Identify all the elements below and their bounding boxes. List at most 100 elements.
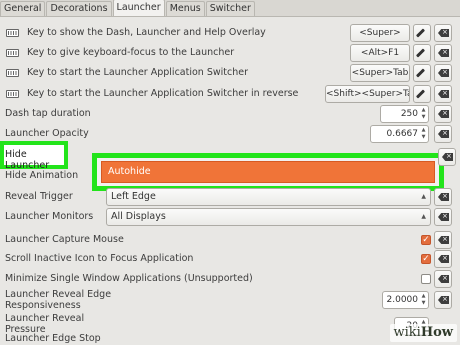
launcher-opacity-spinner[interactable]: 0.6667 ▲ ▼ bbox=[370, 125, 429, 143]
clear-shortcut-button[interactable]: × bbox=[434, 85, 452, 103]
reveal-edge-label: Launcher Reveal Edge Responsiveness bbox=[5, 289, 112, 311]
clear-icon: × bbox=[438, 90, 449, 98]
pencil-icon bbox=[415, 89, 426, 99]
scroll-inactive-checkbox[interactable]: ✓ bbox=[421, 254, 431, 264]
reset-button[interactable]: × bbox=[434, 291, 452, 309]
hide-animation-row: Hide Animation bbox=[0, 166, 90, 186]
shortcut-label: Key to give keyboard-focus to the Launch… bbox=[27, 47, 235, 58]
dropdown-option-autohide[interactable]: Autohide bbox=[101, 161, 435, 183]
clear-icon: × bbox=[438, 213, 449, 221]
hide-launcher-highlight: Hide Launcher bbox=[0, 141, 68, 171]
shortcut-key-button[interactable]: <Super>Tab bbox=[350, 64, 410, 82]
edit-shortcut-button[interactable] bbox=[413, 44, 431, 62]
keyboard-icon bbox=[6, 90, 19, 98]
clear-icon: × bbox=[438, 49, 449, 57]
edge-stop-label: Launcher Edge Stop bbox=[5, 333, 101, 344]
launcher-monitors-label: Launcher Monitors bbox=[5, 211, 94, 222]
keyboard-icon bbox=[6, 69, 19, 77]
clear-shortcut-button[interactable]: × bbox=[434, 24, 452, 42]
reset-button[interactable]: × bbox=[434, 105, 452, 123]
reveal-pressure-label-line1: Launcher Reveal bbox=[5, 313, 85, 324]
edit-shortcut-button[interactable] bbox=[413, 64, 431, 82]
minimize-single-checkbox[interactable] bbox=[421, 274, 431, 284]
launcher-opacity-row: Launcher Opacity 0.6667 ▲ ▼ × bbox=[0, 124, 460, 144]
reset-button[interactable]: × bbox=[434, 208, 452, 226]
watermark-how: How bbox=[420, 325, 453, 340]
launcher-opacity-value: 0.6667 bbox=[386, 129, 419, 139]
spinner-arrows-icon[interactable]: ▲▼ bbox=[420, 107, 427, 121]
minimize-single-label: Minimize Single Window Applications (Uns… bbox=[5, 273, 253, 284]
clear-icon: × bbox=[438, 69, 449, 77]
keyboard-icon bbox=[6, 29, 19, 37]
clear-icon: × bbox=[438, 193, 449, 201]
reset-button[interactable]: × bbox=[434, 188, 452, 206]
reset-button[interactable]: × bbox=[434, 250, 452, 268]
keyboard-icon bbox=[6, 49, 19, 57]
shortcut-key-button[interactable]: <Super> bbox=[350, 24, 410, 42]
shortcut-key-button[interactable]: <Alt>F1 bbox=[350, 44, 410, 62]
shortcut-label: Key to start the Launcher Application Sw… bbox=[27, 88, 299, 99]
clear-icon: × bbox=[438, 110, 449, 118]
reveal-trigger-row: Reveal Trigger Left Edge ▲ × bbox=[0, 187, 460, 207]
scroll-inactive-row: Scroll Inactive Icon to Focus Applicatio… bbox=[0, 249, 460, 269]
watermark-wiki: wiki bbox=[393, 325, 421, 340]
reset-button[interactable]: × bbox=[438, 148, 456, 166]
spinner-arrows-icon[interactable]: ▲▼ bbox=[420, 293, 427, 307]
clear-shortcut-button[interactable]: × bbox=[434, 44, 452, 62]
shortcut-row-switcher-reverse: Key to start the Launcher Application Sw… bbox=[0, 84, 460, 104]
reset-button[interactable]: × bbox=[434, 231, 452, 249]
tab-bar: General Decorations Launcher Menus Switc… bbox=[0, 0, 460, 17]
shortcut-row-dash: Key to show the Dash, Launcher and Help … bbox=[0, 23, 460, 43]
tab-decorations[interactable]: Decorations bbox=[46, 1, 112, 16]
shortcut-label: Key to start the Launcher Application Sw… bbox=[27, 67, 248, 78]
clear-icon: × bbox=[438, 275, 449, 283]
capture-mouse-label: Launcher Capture Mouse bbox=[5, 234, 124, 245]
reveal-edge-label-line1: Launcher Reveal Edge bbox=[5, 289, 112, 300]
shortcut-key-button[interactable]: <Shift><Super>Tab bbox=[325, 85, 410, 103]
clear-icon: × bbox=[438, 255, 449, 263]
reveal-trigger-value: Left Edge bbox=[111, 191, 156, 202]
wikihow-watermark: wikiHow bbox=[389, 324, 457, 342]
reset-button[interactable]: × bbox=[434, 125, 452, 143]
shortcut-row-switcher: Key to start the Launcher Application Sw… bbox=[0, 63, 460, 83]
clear-icon: × bbox=[438, 130, 449, 138]
edit-shortcut-button[interactable] bbox=[413, 85, 431, 103]
hide-launcher-dropdown-highlight: Autohide bbox=[92, 153, 444, 191]
dash-tap-label: Dash tap duration bbox=[5, 108, 91, 119]
checkmark-icon: ✓ bbox=[422, 254, 430, 264]
chevron-updown-icon: ▲ bbox=[421, 213, 426, 220]
edit-shortcut-button[interactable] bbox=[413, 24, 431, 42]
pencil-icon bbox=[415, 48, 426, 58]
dash-tap-spinner[interactable]: 250 ▲ ▼ bbox=[380, 105, 429, 123]
shortcut-label: Key to show the Dash, Launcher and Help … bbox=[27, 27, 266, 38]
capture-mouse-row: Launcher Capture Mouse ✓ × bbox=[0, 230, 460, 250]
clear-icon: × bbox=[442, 153, 453, 161]
reveal-edge-spinner[interactable]: 2.0000 ▲ ▼ bbox=[382, 291, 429, 309]
pencil-icon bbox=[415, 28, 426, 38]
clear-icon: × bbox=[438, 236, 449, 244]
reveal-pressure-label: Launcher Reveal Pressure bbox=[5, 313, 85, 335]
spinner-arrows-icon[interactable]: ▲▼ bbox=[420, 127, 427, 141]
capture-mouse-checkbox[interactable]: ✓ bbox=[421, 235, 431, 245]
tab-general[interactable]: General bbox=[0, 1, 46, 16]
tab-menus[interactable]: Menus bbox=[165, 1, 205, 16]
reset-button[interactable]: × bbox=[434, 270, 452, 288]
reveal-edge-value: 2.0000 bbox=[386, 295, 419, 305]
pencil-icon bbox=[415, 68, 426, 78]
tab-switcher[interactable]: Switcher bbox=[205, 1, 255, 16]
dash-tap-row: Dash tap duration 250 ▲ ▼ × bbox=[0, 104, 460, 124]
hide-animation-label: Hide Animation bbox=[5, 170, 79, 181]
minimize-single-row: Minimize Single Window Applications (Uns… bbox=[0, 269, 460, 289]
launcher-monitors-select[interactable]: All Displays ▲ bbox=[106, 208, 431, 226]
launcher-monitors-value: All Displays bbox=[111, 211, 166, 222]
reveal-trigger-select[interactable]: Left Edge ▲ bbox=[106, 188, 431, 206]
reveal-edge-label-line2: Responsiveness bbox=[5, 300, 81, 311]
clear-shortcut-button[interactable]: × bbox=[434, 64, 452, 82]
shortcut-row-focus: Key to give keyboard-focus to the Launch… bbox=[0, 43, 460, 63]
dash-tap-value: 250 bbox=[400, 109, 418, 119]
launcher-monitors-row: Launcher Monitors All Displays ▲ × bbox=[0, 207, 460, 227]
tab-launcher[interactable]: Launcher bbox=[112, 0, 165, 16]
dropdown-option-label: Autohide bbox=[108, 166, 151, 177]
clear-icon: × bbox=[438, 296, 449, 304]
scroll-inactive-label: Scroll Inactive Icon to Focus Applicatio… bbox=[5, 253, 194, 264]
